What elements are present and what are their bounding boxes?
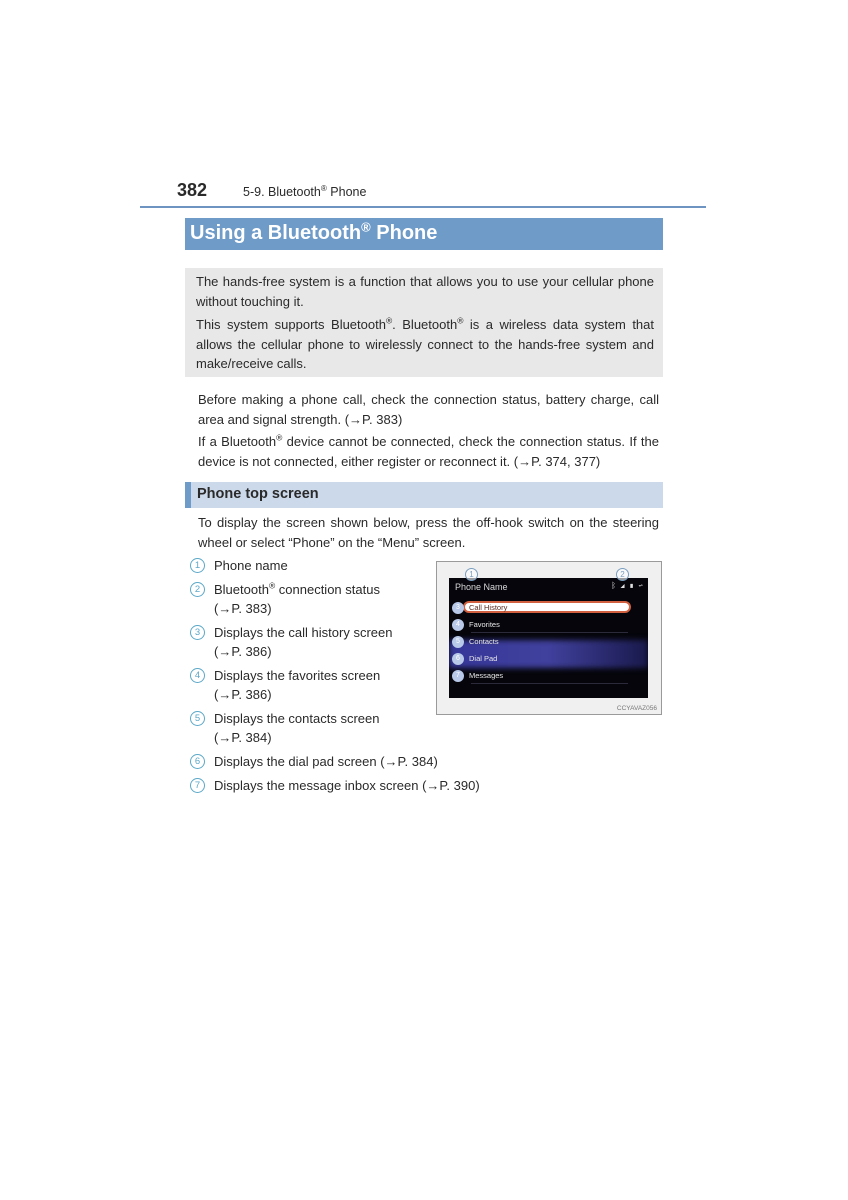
legend-text: Phone name — [214, 558, 288, 573]
body-paragraph-1: Before making a phone call, check the co… — [198, 392, 659, 427]
menu-item-label: Messages — [469, 671, 504, 680]
menu-item-contacts[interactable]: 5 Contacts — [449, 634, 648, 650]
menu-item-label: Dial Pad — [469, 654, 498, 663]
phone-screen-illustration: Phone Name ᛒ ◢ ▮ ↩ 3 Call History 4 Favo… — [436, 561, 662, 715]
legend-number: 5 — [190, 711, 205, 726]
legend-text: Bluetooth® connection status — [214, 580, 380, 599]
title-suffix: Phone — [370, 222, 438, 244]
legend-text: Displays the favorites screen — [214, 668, 381, 683]
divider — [471, 632, 628, 633]
callout-bubble: 6 — [452, 653, 464, 665]
legend-text-a: Bluetooth — [214, 582, 269, 597]
subsection-intro: To display the screen shown below, press… — [198, 515, 659, 550]
legend-text: Displays the call history screen — [214, 625, 393, 640]
legend-number: 7 — [190, 778, 205, 793]
menu-item-label: Contacts — [469, 637, 499, 646]
menu-item-dial-pad[interactable]: 6 Dial Pad — [449, 651, 648, 667]
running-head-text: 5-9. Bluetooth — [243, 185, 321, 199]
divider — [471, 683, 628, 684]
page-number: 382 — [177, 180, 208, 200]
body-paragraph-2: If a Bluetooth® device cannot be connect… — [198, 432, 659, 471]
legend-number: 4 — [190, 668, 205, 683]
legend-page-ref: (→P. 386) — [214, 644, 272, 659]
legend-text: Displays the message inbox screen (→P. 3… — [214, 778, 480, 793]
menu-item-favorites[interactable]: 4 Favorites — [449, 617, 648, 633]
menu-item-label: Favorites — [469, 620, 500, 629]
intro-box: The hands-free system is a function that… — [185, 268, 663, 377]
subsection-header: Phone top screen — [185, 482, 663, 508]
callout-bubble: 3 — [452, 602, 464, 614]
menu-item-label: Call History — [469, 603, 508, 612]
callout-bubble: 5 — [452, 636, 464, 648]
menu-item-messages[interactable]: 7 Messages — [449, 668, 648, 684]
page-title: Using a Bluetooth® Phone — [190, 219, 438, 245]
legend-text: Displays the dial pad screen (→P. 384) — [214, 754, 438, 769]
legend-text: Displays the contacts screen — [214, 711, 380, 726]
menu-item-call-history[interactable]: 3 Call History — [449, 600, 648, 616]
legend-page-ref: (→P. 386) — [214, 687, 272, 702]
legend-number: 3 — [190, 625, 205, 640]
callout-2: 2 — [616, 568, 629, 581]
callout-bubble: 4 — [452, 619, 464, 631]
subsection-title: Phone top screen — [197, 486, 319, 502]
legend-number: 6 — [190, 754, 205, 769]
title-text: Using a Bluetooth — [190, 222, 362, 244]
legend-number: 1 — [190, 558, 205, 573]
callout-bubble: 7 — [452, 670, 464, 682]
bluetooth-status-icons: ᛒ ◢ ▮ ↩ — [611, 581, 644, 590]
running-head: 5-9. Bluetooth® Phone — [243, 184, 367, 199]
phone-top-screen: Phone Name ᛒ ◢ ▮ ↩ 3 Call History 4 Favo… — [449, 578, 648, 698]
running-head-suffix: Phone — [326, 185, 367, 199]
body-text: If a Bluetooth — [198, 434, 277, 449]
phone-name-label: Phone Name — [455, 582, 508, 592]
callout-1: 1 — [465, 568, 478, 581]
legend-text-b: connection status — [275, 582, 380, 597]
intro-text: . Bluetooth — [392, 317, 458, 332]
intro-text: This system supports Bluetooth — [196, 317, 386, 332]
image-code: CCYAVAZ056 — [616, 705, 657, 712]
header-rule — [140, 206, 706, 208]
intro-paragraph-2: This system supports Bluetooth®. Bluetoo… — [196, 315, 654, 374]
legend-page-ref: (→P. 384) — [214, 730, 272, 745]
page-title-bar: Using a Bluetooth® Phone — [185, 218, 663, 250]
intro-paragraph-1: The hands-free system is a function that… — [196, 274, 654, 309]
legend-page-ref: (→P. 383) — [214, 601, 272, 616]
registered-mark: ® — [361, 219, 371, 235]
legend-number: 2 — [190, 582, 205, 597]
